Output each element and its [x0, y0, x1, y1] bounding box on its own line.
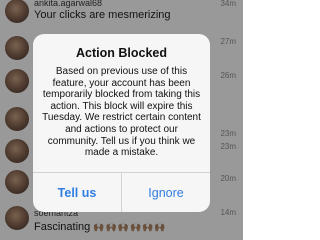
dialog-message: Based on previous use of this feature, y…	[42, 66, 201, 159]
ignore-button[interactable]: Ignore	[122, 173, 210, 212]
tell-us-button[interactable]: Tell us	[33, 173, 121, 212]
action-blocked-dialog: Action Blocked Based on previous use of …	[33, 34, 210, 212]
dialog-actions: Tell us Ignore	[33, 172, 210, 212]
dialog-title: Action Blocked	[76, 46, 167, 60]
